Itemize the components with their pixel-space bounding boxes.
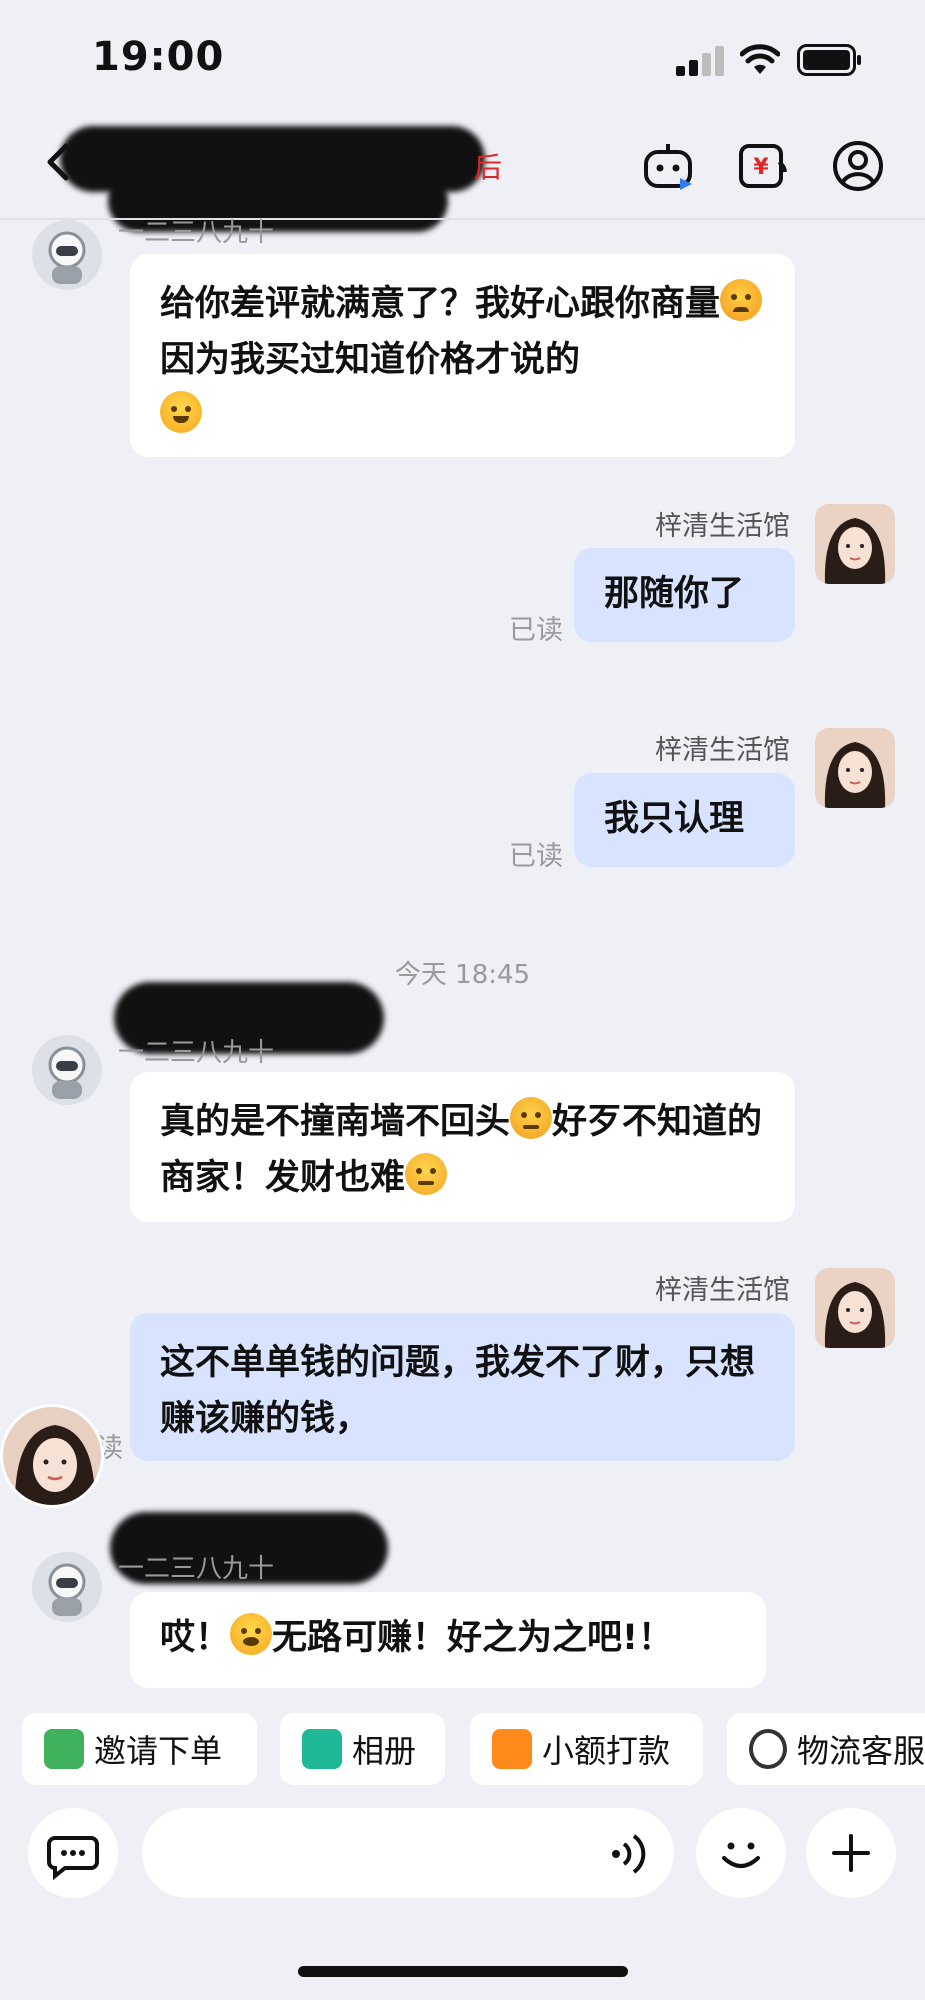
message-text: 那随你了 (604, 574, 745, 614)
sender-name: 梓清生活馆 (655, 1275, 790, 1306)
message-text: 给你差评就满意了？我好心跟你商量 (160, 284, 721, 324)
message-bubble[interactable]: 这不单单钱的问题，我发不了财，只想赚该赚的钱， (130, 1313, 795, 1461)
logistics-service-button[interactable]: 物流客服 (727, 1713, 925, 1785)
message-bubble[interactable]: 那随你了 (574, 548, 795, 642)
svg-text:¥: ¥ (753, 155, 769, 180)
sender-name-blurred: 一二三八九十 (118, 218, 275, 248)
battery-icon (797, 44, 861, 76)
message-text: 哎！ (160, 1618, 231, 1658)
plus-icon (832, 1834, 870, 1872)
message-text: 无路可赚！好之为之吧!！ (272, 1618, 673, 1658)
message-input[interactable] (142, 1808, 674, 1898)
avatar[interactable] (32, 1552, 102, 1622)
logistics-service-icon (749, 1729, 787, 1769)
wifi-icon (740, 44, 780, 74)
album-button[interactable]: 相册 (280, 1713, 445, 1785)
read-status: 已读 (509, 841, 563, 872)
quick-actions-bar: 邀请下单 相册 小额打款 物流客服 (0, 1693, 925, 1788)
quick-action-label: 邀请下单 (94, 1732, 223, 1770)
message-bubble[interactable]: 我只认理 (574, 773, 795, 867)
payment-icon (492, 1729, 532, 1769)
rofl-face-icon (160, 391, 202, 433)
quick-action-label: 小额打款 (542, 1732, 671, 1770)
sender-name: 梓清生活馆 (655, 735, 790, 766)
header-title: 后 (474, 151, 503, 184)
message-text: 我只认理 (604, 799, 745, 839)
read-status: 已读 (509, 615, 563, 646)
sender-name-blurred: 一二三八九十 (118, 1038, 275, 1068)
status-time: 19:00 (92, 34, 225, 80)
invite-order-button[interactable]: 邀请下单 (22, 1713, 257, 1785)
album-icon (302, 1729, 342, 1769)
sender-name-blurred: 一二三八九十 (118, 1554, 275, 1584)
voice-icon[interactable] (608, 1832, 648, 1876)
robot-assistant-icon[interactable] (640, 138, 696, 194)
smile-icon (722, 1842, 760, 1868)
refund-icon[interactable]: ¥ (735, 138, 791, 194)
chat-bubble-icon (47, 1836, 99, 1881)
message-bubble[interactable]: 给你差评就满意了？我好心跟你商量 因为我买过知道价格才说的 (130, 254, 795, 457)
quick-reply-button[interactable] (28, 1808, 118, 1898)
emoji-button[interactable] (696, 1808, 786, 1898)
message-bubble[interactable]: 真的是不撞南墙不回头 好歹不知道的商家！发财也难 (130, 1072, 795, 1222)
downcast-sweat-face-icon (510, 1097, 553, 1139)
holding-back-tears-face-icon (405, 1153, 448, 1195)
message-text: 这不单单钱的问题，我发不了财，只想赚该赚的钱， (160, 1343, 756, 1439)
avatar[interactable] (32, 1035, 102, 1105)
message-text: 因为我买过知道价格才说的 (160, 340, 581, 380)
cellular-signal-icon (676, 46, 724, 76)
profile-icon[interactable] (830, 138, 886, 194)
quick-action-label: 物流客服 (796, 1732, 925, 1770)
quick-action-label: 相册 (352, 1732, 417, 1770)
avatar[interactable] (815, 1268, 895, 1348)
invite-order-icon (44, 1729, 84, 1769)
yawning-face-icon (230, 1613, 273, 1655)
floating-avatar[interactable] (0, 1404, 104, 1508)
add-button[interactable] (806, 1808, 896, 1898)
input-bar (0, 1790, 925, 1920)
message-text: 真的是不撞南墙不回头 (160, 1102, 511, 1142)
angry-face-icon (720, 279, 763, 321)
avatar[interactable] (815, 504, 895, 584)
sender-name: 梓清生活馆 (655, 511, 790, 542)
message-bubble[interactable]: 哎！ 无路可赚！好之为之吧!！ (130, 1592, 766, 1688)
payment-button[interactable]: 小额打款 (470, 1713, 703, 1785)
home-indicator (298, 1966, 628, 1977)
avatar[interactable] (32, 220, 102, 290)
avatar[interactable] (815, 728, 895, 808)
